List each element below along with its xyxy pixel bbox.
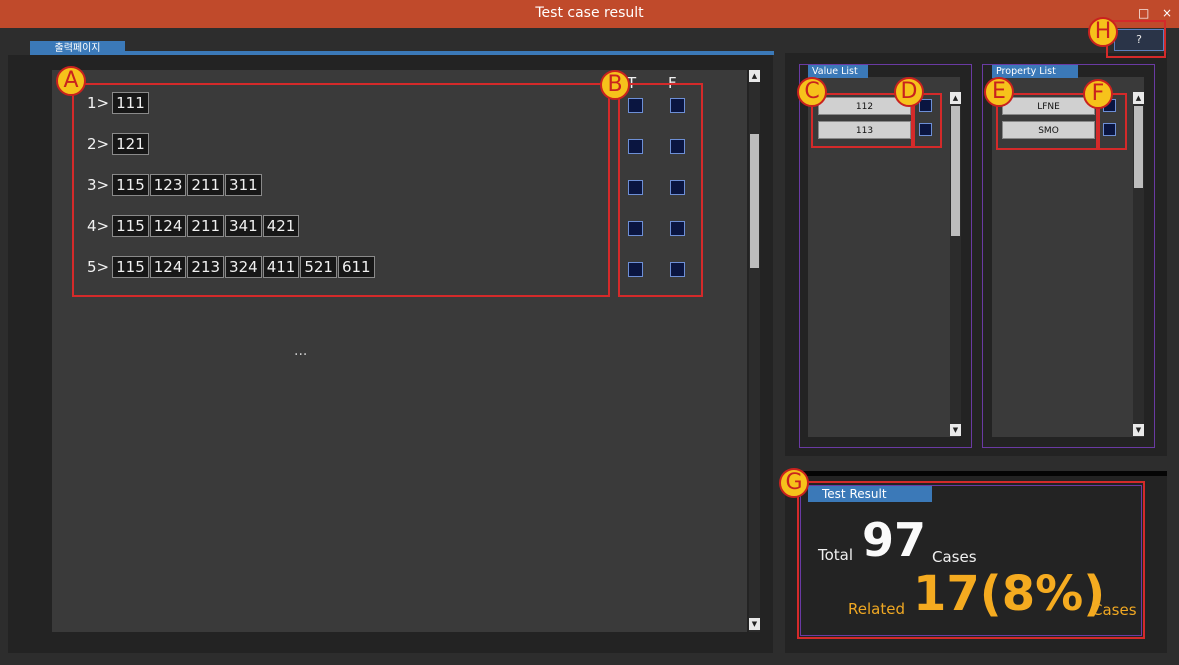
scroll-thumb[interactable] — [951, 106, 960, 236]
annotation-badge-a: A — [56, 66, 86, 96]
value-scrollbar[interactable]: ▲ ▼ — [950, 92, 961, 436]
annotation-badge-d: D — [894, 77, 924, 107]
scroll-thumb[interactable] — [1134, 106, 1143, 188]
value-list-title: Value List — [808, 65, 868, 78]
more-ellipsis: ... — [294, 343, 308, 359]
scroll-down-icon[interactable]: ▼ — [749, 618, 760, 630]
annotation-badge-h: H — [1088, 17, 1118, 47]
window-title: Test case result — [535, 5, 644, 21]
property-scrollbar[interactable]: ▲ ▼ — [1133, 92, 1144, 436]
annotation-badge-e: E — [984, 77, 1014, 107]
restore-icon[interactable]: □ — [1138, 6, 1149, 20]
title-bar: Test case result □ × — [0, 0, 1179, 28]
annotation-box-e — [996, 93, 1098, 150]
close-icon[interactable]: × — [1162, 6, 1172, 20]
tab-output-page[interactable]: 출력페이지 — [30, 41, 125, 56]
scroll-down-icon[interactable]: ▼ — [1133, 424, 1144, 436]
annotation-badge-g: G — [779, 468, 809, 498]
annotation-badge-b: B — [600, 70, 630, 100]
property-list-title: Property List — [992, 65, 1078, 78]
annotation-box-a — [72, 83, 610, 297]
scroll-up-icon[interactable]: ▲ — [1133, 92, 1144, 104]
left-scrollbar[interactable]: ▲ ▼ — [749, 70, 760, 632]
annotation-box-g — [797, 481, 1145, 639]
scroll-up-icon[interactable]: ▲ — [950, 92, 961, 104]
scroll-up-icon[interactable]: ▲ — [749, 70, 760, 82]
annotation-badge-f: F — [1083, 79, 1113, 109]
annotation-box-b — [618, 83, 703, 297]
scroll-down-icon[interactable]: ▼ — [950, 424, 961, 436]
scroll-thumb[interactable] — [750, 134, 759, 268]
annotation-badge-c: C — [797, 77, 827, 107]
